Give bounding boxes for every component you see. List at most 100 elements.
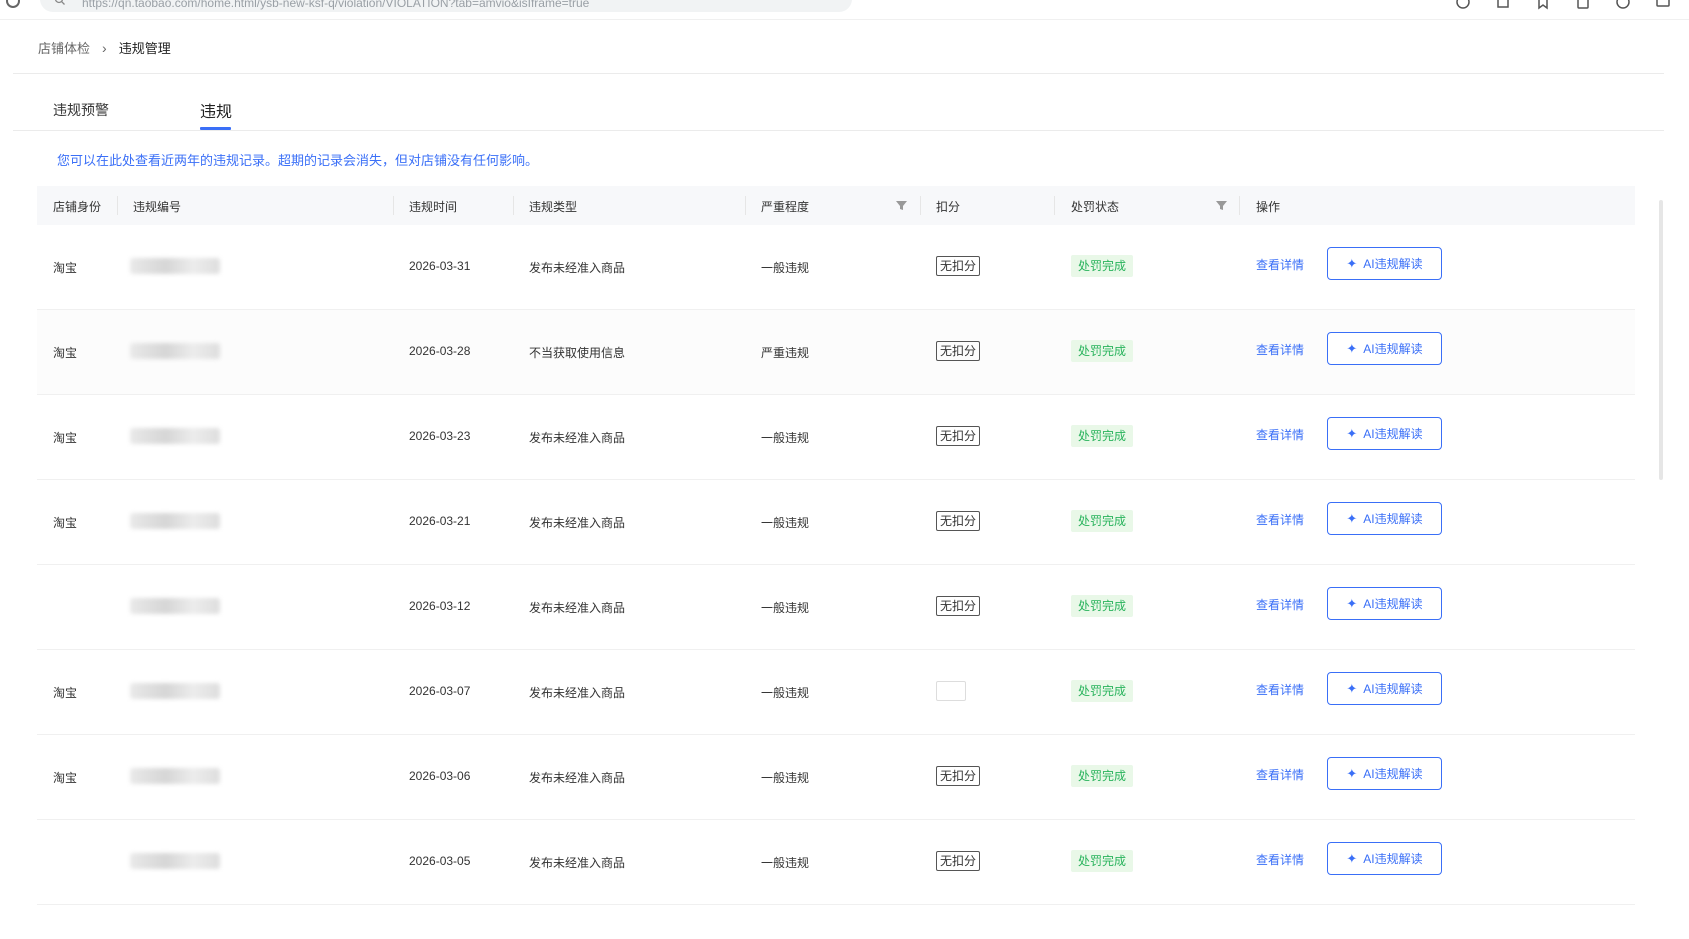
cell-violation-id-redacted bbox=[130, 853, 220, 869]
column-header-score: 扣分 bbox=[936, 200, 961, 214]
view-detail-link[interactable]: 查看详情 bbox=[1256, 766, 1304, 783]
cell-type: 发布未经准入商品 bbox=[529, 601, 626, 615]
ai-interpret-button[interactable]: ✦ AI违规解读 bbox=[1327, 502, 1442, 535]
table-header: 店铺身份 违规编号 违规时间 违规类型 严重程度 扣分 处罚状态 操作 bbox=[37, 186, 1635, 225]
score-tag: 无扣分 bbox=[936, 256, 981, 276]
cell-type: 发布未经准入商品 bbox=[529, 771, 626, 785]
view-detail-link[interactable]: 查看详情 bbox=[1256, 426, 1304, 443]
cell-severity: 严重违规 bbox=[761, 346, 810, 360]
filter-icon[interactable] bbox=[1216, 200, 1227, 211]
address-bar[interactable]: https://qn.taobao.com/home.html/ysb-new-… bbox=[40, 0, 852, 12]
cell-violation-id-redacted bbox=[130, 768, 220, 784]
cell-type: 发布未经准入商品 bbox=[529, 261, 626, 275]
cell-time: 2026-03-23 bbox=[409, 429, 471, 443]
column-separator bbox=[393, 196, 394, 215]
reload-icon[interactable] bbox=[6, 0, 20, 8]
active-tab-indicator bbox=[200, 127, 231, 130]
score-tag: 无扣分 bbox=[936, 426, 981, 446]
ai-button-label: AI违规解读 bbox=[1363, 512, 1423, 526]
ai-button-label: AI违规解读 bbox=[1363, 427, 1423, 441]
search-icon bbox=[54, 0, 65, 5]
cell-type: 发布未经准入商品 bbox=[529, 856, 626, 870]
view-detail-link[interactable]: 查看详情 bbox=[1256, 681, 1304, 698]
tab-violation[interactable]: 违规 bbox=[200, 98, 232, 122]
column-separator bbox=[1054, 196, 1055, 215]
cell-severity: 一般违规 bbox=[761, 771, 810, 785]
cell-severity: 一般违规 bbox=[761, 686, 810, 700]
table-row: 淘宝 2026-03-23 发布未经准入商品 一般违规 无扣分 处罚完成 查看详… bbox=[37, 395, 1635, 480]
sparkle-icon: ✦ bbox=[1346, 850, 1358, 866]
ai-button-label: AI违规解读 bbox=[1363, 682, 1423, 696]
status-badge: 处罚完成 bbox=[1071, 425, 1134, 447]
view-detail-link[interactable]: 查看详情 bbox=[1256, 851, 1304, 868]
sparkle-icon: ✦ bbox=[1346, 595, 1358, 611]
bookmark-icon[interactable] bbox=[1535, 0, 1551, 10]
cell-violation-id-redacted bbox=[130, 428, 220, 444]
cell-type: 发布未经准入商品 bbox=[529, 686, 626, 700]
status-badge: 处罚完成 bbox=[1071, 595, 1134, 617]
breadcrumb-current: 违规管理 bbox=[118, 41, 171, 56]
column-header-time: 违规时间 bbox=[409, 200, 458, 214]
tab-bar: 违规预警 违规 bbox=[13, 74, 1664, 131]
filter-icon[interactable] bbox=[896, 200, 907, 211]
table-row: 淘宝 2026-03-28 不当获取使用信息 严重违规 无扣分 处罚完成 查看详… bbox=[37, 310, 1635, 395]
status-badge: 处罚完成 bbox=[1071, 850, 1134, 872]
column-header-identity: 店铺身份 bbox=[53, 200, 102, 214]
cell-violation-id-redacted bbox=[130, 598, 220, 614]
score-tag: 无扣分 bbox=[936, 851, 981, 871]
score-tag: 无扣分 bbox=[936, 511, 981, 531]
cell-time: 2026-03-06 bbox=[409, 769, 471, 783]
cell-time: 2026-03-12 bbox=[409, 599, 471, 613]
cell-time: 2026-03-21 bbox=[409, 514, 471, 528]
sparkle-icon: ✦ bbox=[1346, 680, 1358, 696]
ai-interpret-button[interactable]: ✦ AI违规解读 bbox=[1327, 247, 1442, 280]
history-icon[interactable] bbox=[1615, 0, 1631, 10]
score-tag: 无扣分 bbox=[936, 341, 981, 361]
column-header-type: 违规类型 bbox=[529, 200, 578, 214]
sparkle-icon: ✦ bbox=[1346, 340, 1358, 356]
cell-violation-id-redacted bbox=[130, 343, 220, 359]
table-row: 淘宝 2026-03-07 发布未经准入商品 一般违规 处罚完成 查看详情 ✦ A… bbox=[37, 650, 1635, 735]
ai-interpret-button[interactable]: ✦ AI违规解读 bbox=[1327, 672, 1442, 705]
column-header-id: 违规编号 bbox=[133, 200, 182, 214]
cell-type: 发布未经准入商品 bbox=[529, 431, 626, 445]
column-separator bbox=[117, 196, 118, 215]
ai-interpret-button[interactable]: ✦ AI违规解读 bbox=[1327, 757, 1442, 790]
breadcrumb-parent[interactable]: 店铺体检 bbox=[38, 38, 90, 57]
view-detail-link[interactable]: 查看详情 bbox=[1256, 511, 1304, 528]
vertical-scrollbar[interactable] bbox=[1659, 200, 1663, 480]
column-header-status: 处罚状态 bbox=[1071, 200, 1120, 214]
tab-violation-warning[interactable]: 违规预警 bbox=[53, 100, 109, 120]
ai-interpret-button[interactable]: ✦ AI违规解读 bbox=[1327, 417, 1442, 450]
ai-button-label: AI违规解读 bbox=[1363, 767, 1423, 781]
table-row: 淘宝 2026-03-06 发布未经准入商品 一般违规 无扣分 处罚完成 查看详… bbox=[37, 735, 1635, 820]
zoom-icon[interactable] bbox=[1455, 0, 1471, 10]
cell-identity: 淘宝 bbox=[53, 516, 78, 530]
column-header-actions: 操作 bbox=[1256, 200, 1281, 214]
cell-identity: 淘宝 bbox=[53, 261, 78, 275]
status-badge: 处罚完成 bbox=[1071, 255, 1134, 277]
cell-identity: 淘宝 bbox=[53, 771, 78, 785]
cell-type: 不当获取使用信息 bbox=[529, 346, 626, 360]
ai-button-label: AI违规解读 bbox=[1363, 597, 1423, 611]
chat-icon[interactable] bbox=[1655, 0, 1671, 10]
ai-button-label: AI违规解读 bbox=[1363, 342, 1423, 356]
view-detail-link[interactable]: 查看详情 bbox=[1256, 341, 1304, 358]
collections-icon[interactable] bbox=[1575, 0, 1591, 10]
column-separator bbox=[745, 196, 746, 215]
column-separator bbox=[1239, 196, 1240, 215]
sparkle-icon: ✦ bbox=[1346, 765, 1358, 781]
ai-interpret-button[interactable]: ✦ AI违规解读 bbox=[1327, 332, 1442, 365]
breadcrumb-separator: › bbox=[102, 39, 107, 56]
extension-icon[interactable] bbox=[1495, 0, 1511, 10]
cell-time: 2026-03-07 bbox=[409, 684, 471, 698]
view-detail-link[interactable]: 查看详情 bbox=[1256, 256, 1304, 273]
ai-interpret-button[interactable]: ✦ AI违规解读 bbox=[1327, 587, 1442, 620]
score-tag: 无扣分 bbox=[936, 766, 981, 786]
table-row: 淘宝 2026-03-31 发布未经准入商品 一般违规 无扣分 处罚完成 查看详… bbox=[37, 225, 1635, 310]
ai-interpret-button[interactable]: ✦ AI违规解读 bbox=[1327, 842, 1442, 875]
view-detail-link[interactable]: 查看详情 bbox=[1256, 596, 1304, 613]
cell-identity: 淘宝 bbox=[53, 686, 78, 700]
cell-type: 发布未经准入商品 bbox=[529, 516, 626, 530]
cell-time: 2026-03-28 bbox=[409, 344, 471, 358]
